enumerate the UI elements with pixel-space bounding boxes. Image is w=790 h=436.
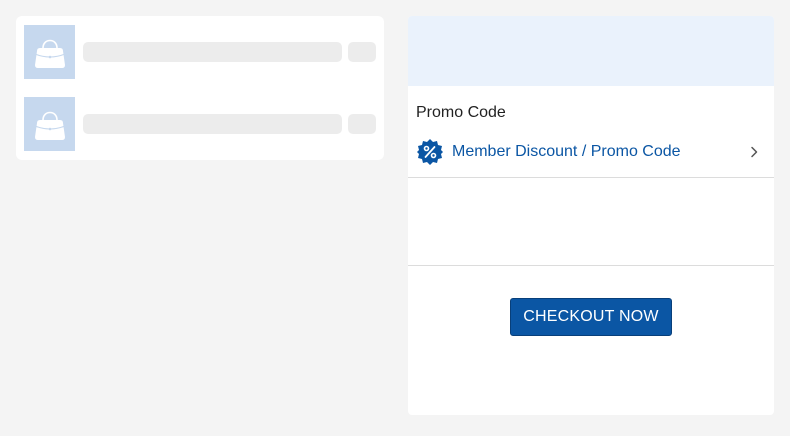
summary-header [408, 16, 774, 86]
cart-item[interactable] [24, 25, 376, 79]
checkout-button[interactable]: CHECKOUT NOW [510, 298, 672, 336]
handbag-icon [34, 39, 65, 68]
item-name-placeholder [83, 42, 342, 62]
divider [408, 265, 774, 266]
cart-items-panel [16, 16, 384, 160]
page: Promo Code Member Discount / Promo Code … [0, 0, 790, 436]
handbag-icon [34, 111, 65, 140]
product-thumbnail[interactable] [24, 97, 75, 151]
item-price-placeholder [348, 42, 376, 62]
promo-link-label[interactable]: Member Discount / Promo Code [452, 143, 681, 161]
order-summary-panel: Promo Code Member Discount / Promo Code … [408, 16, 774, 415]
item-price-placeholder [348, 114, 376, 134]
divider [408, 177, 774, 178]
cart-item[interactable] [24, 97, 376, 151]
product-thumbnail[interactable] [24, 25, 75, 79]
percent-badge-icon [417, 139, 443, 165]
promo-code-link[interactable]: Member Discount / Promo Code [408, 137, 774, 177]
promo-code-heading: Promo Code [416, 104, 506, 121]
chevron-right-icon[interactable] [749, 146, 759, 158]
item-name-placeholder [83, 114, 342, 134]
